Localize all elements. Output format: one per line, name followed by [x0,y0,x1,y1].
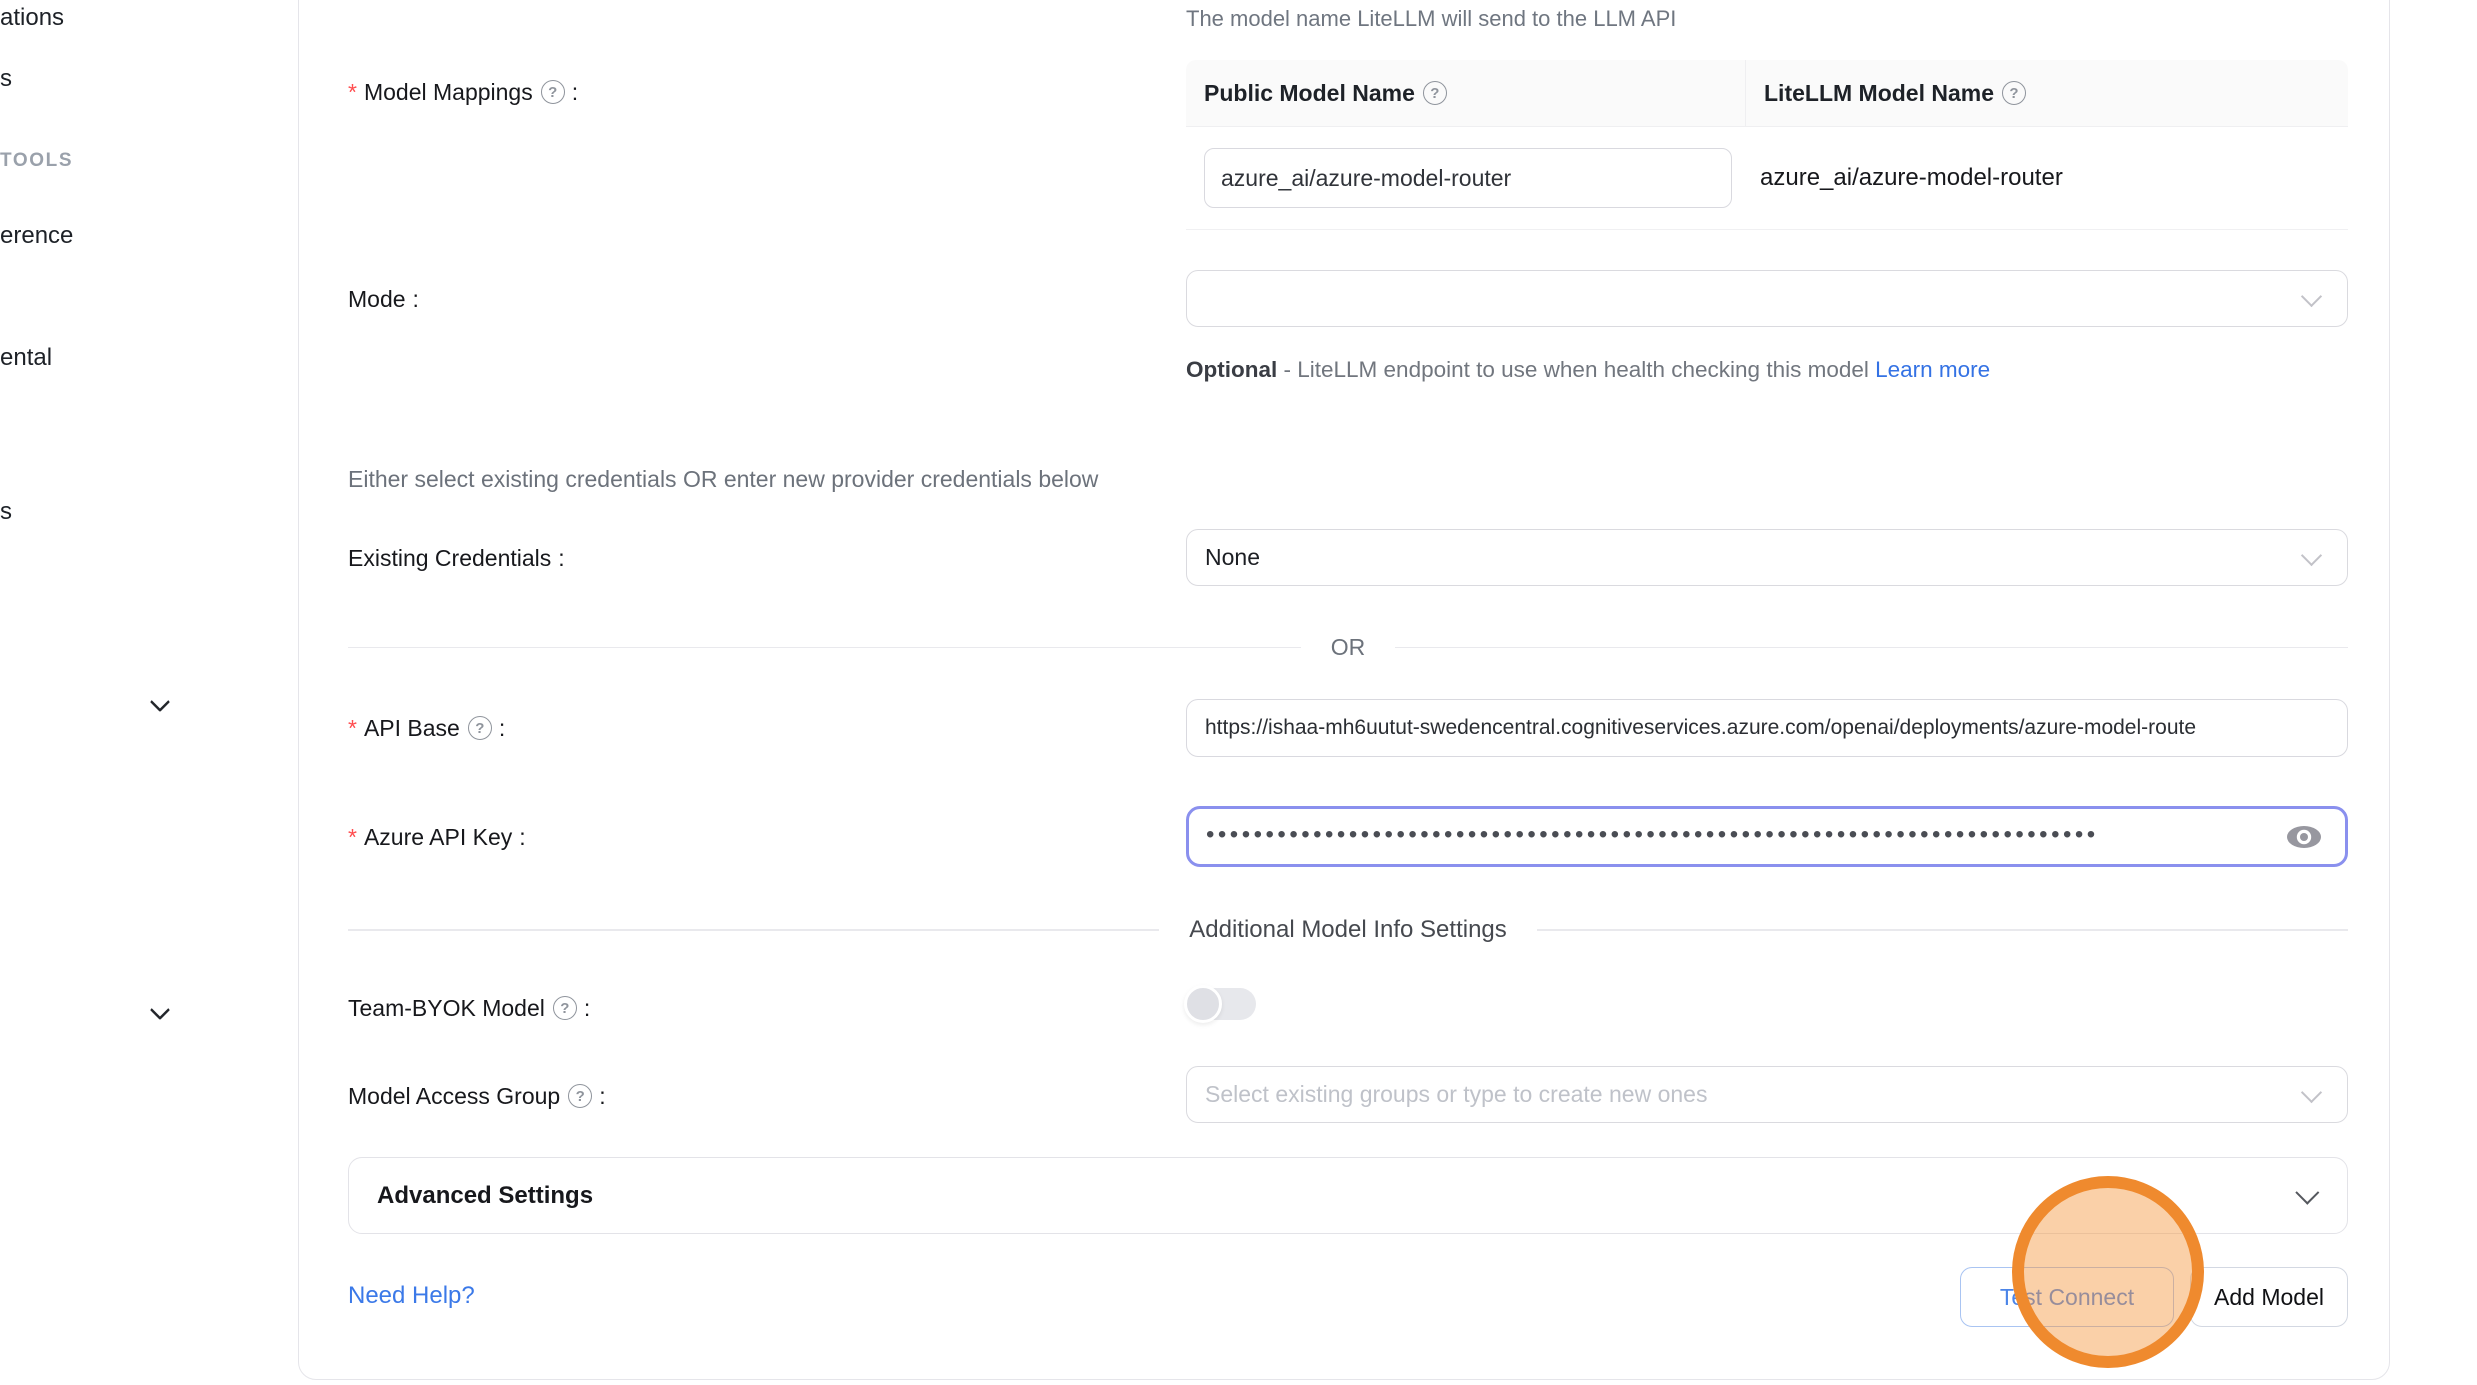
sidebar-section-tools: TOOLS [0,148,73,174]
or-divider: OR [348,634,2348,661]
mode-select[interactable] [1186,270,2348,327]
credentials-note: Either select existing credentials OR en… [348,466,1098,493]
help-circle-icon[interactable] [1423,81,1447,105]
sidebar-item-label: ental [0,344,52,372]
table-row: azure_ai/azure-model-router [1186,127,2348,230]
help-circle-icon[interactable] [468,716,492,740]
additional-settings-divider: Additional Model Info Settings [348,916,2348,944]
help-circle-icon[interactable] [2002,81,2026,105]
need-help-link[interactable]: Need Help? [348,1282,475,1310]
toggle-knob [1184,985,1222,1023]
team-byok-toggle[interactable] [1186,988,1256,1020]
sidebar-item-label: ations [0,4,64,32]
api-base-label: API Base [348,712,505,744]
chevron-down-icon [152,689,169,706]
help-circle-icon[interactable] [568,1084,592,1108]
sidebar-item-0[interactable]: ations [0,1,64,35]
column-header-litellm-model-name: LiteLLM Model Name [1746,60,2348,126]
sidebar-section-label: TOOLS [0,150,73,172]
eye-icon[interactable] [2285,823,2323,851]
sidebar-item-5[interactable]: s [0,495,12,529]
azure-api-key-input[interactable]: ••••••••••••••••••••••••••••••••••••••••… [1186,806,2348,867]
test-connect-button[interactable]: Test Connect [1960,1267,2174,1327]
model-access-group-label: Model Access Group [348,1080,606,1112]
sidebar-item-3[interactable]: erence [0,219,73,253]
sidebar-item-label: s [0,65,12,93]
table-header-row: Public Model Name LiteLLM Model Name [1186,60,2348,127]
model-name-hint: The model name LiteLLM will send to the … [1186,6,1676,32]
column-header-public-model-name: Public Model Name [1186,60,1746,126]
add-model-page: ations s TOOLS erence ental s The model … [0,0,2477,1385]
advanced-settings-header[interactable]: Advanced Settings [348,1157,2348,1234]
mode-help-text: Optional - LiteLLM endpoint to use when … [1186,350,1996,390]
mode-label: Mode [348,283,419,315]
chevron-down-icon [2301,1081,2322,1102]
help-circle-icon[interactable] [553,996,577,1020]
add-model-button[interactable]: Add Model [2190,1267,2348,1327]
help-circle-icon[interactable] [541,80,565,104]
chevron-down-icon [2301,544,2322,565]
sidebar: ations s TOOLS erence ental s [0,0,298,1385]
existing-credentials-select[interactable]: None [1186,529,2348,586]
team-byok-label: Team-BYOK Model [348,992,590,1024]
model-mappings-table: Public Model Name LiteLLM Model Name azu… [1186,60,2348,230]
chevron-down-icon [2301,285,2322,306]
chevron-down-icon [152,997,169,1014]
chevron-down-icon [2295,1181,2319,1205]
api-base-input[interactable] [1186,699,2348,757]
model-mappings-label: Model Mappings [348,76,578,108]
sidebar-item-label: erence [0,222,73,250]
learn-more-link[interactable]: Learn more [1875,357,1990,382]
sidebar-item-4[interactable]: ental [0,341,52,375]
existing-credentials-label: Existing Credentials [348,542,565,574]
model-access-group-select[interactable]: Select existing groups or type to create… [1186,1066,2348,1123]
public-model-name-input[interactable] [1204,148,1732,208]
azure-api-key-label: Azure API Key [348,821,526,853]
litellm-model-name-value: azure_ai/azure-model-router [1746,164,2348,192]
masked-password-value: ••••••••••••••••••••••••••••••••••••••••… [1206,821,2099,849]
sidebar-item-label: s [0,498,12,526]
sidebar-item-1[interactable]: s [0,62,12,96]
